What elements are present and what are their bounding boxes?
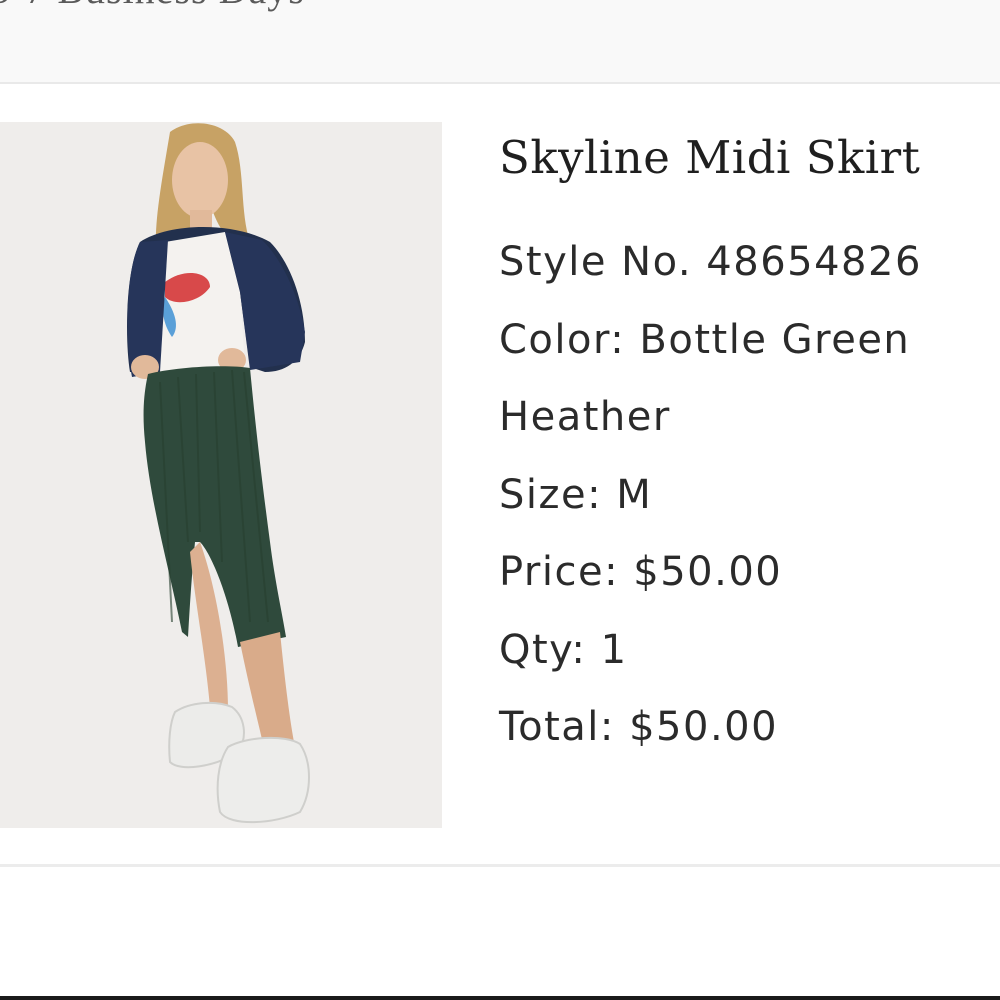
price-value: Price: $50.00: [499, 549, 783, 595]
shipping-header: 5-7 Business Days: [0, 0, 1000, 84]
product-title[interactable]: Skyline Midi Skirt: [499, 128, 999, 188]
total-value: Total: $50.00: [499, 704, 779, 750]
product-details: Skyline Midi Skirt Style No. 48654826 Co…: [499, 128, 999, 767]
shipping-estimate: 5-7 Business Days: [0, 0, 305, 13]
style-number: Style No. 48654826: [499, 239, 922, 285]
quantity-value: Qty: 1: [499, 626, 628, 673]
section-divider: [0, 864, 1000, 867]
size-value: Size: M: [499, 471, 653, 518]
color-value: Color: Bottle Green Heather: [499, 316, 911, 441]
order-item-page: 5-7 Business Days: [0, 0, 1000, 1000]
bottom-edge: [0, 996, 1000, 1000]
product-photo: [0, 122, 442, 828]
product-image[interactable]: [0, 122, 442, 828]
